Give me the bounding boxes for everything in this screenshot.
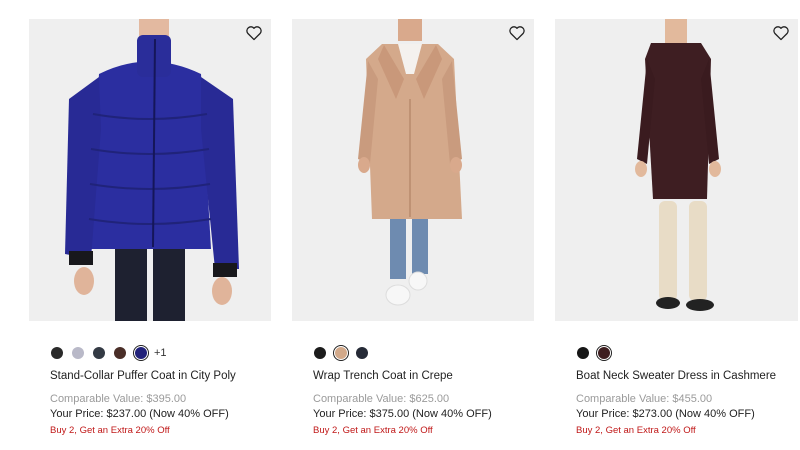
color-swatches	[292, 344, 534, 362]
color-swatch[interactable]	[114, 347, 126, 359]
product-card[interactable]: Boat Neck Sweater Dress in Cashmere Comp…	[555, 19, 798, 436]
product-name-link[interactable]: Wrap Trench Coat in Crepe	[292, 370, 534, 382]
product-name-link[interactable]: Stand-Collar Puffer Coat in City Poly	[29, 370, 271, 382]
trench-coat-image	[358, 19, 462, 306]
color-swatch[interactable]	[356, 347, 368, 359]
color-swatch[interactable]	[314, 347, 326, 359]
color-swatch[interactable]	[72, 347, 84, 359]
product-card[interactable]: Wrap Trench Coat in Crepe Comparable Val…	[292, 19, 534, 436]
promo-text: Buy 2, Get an Extra 20% Off	[50, 425, 170, 436]
puffer-coat-image	[65, 19, 239, 321]
comparable-value: Comparable Value: $625.00	[313, 393, 450, 405]
comparable-value: Comparable Value: $395.00	[50, 393, 187, 405]
wishlist-heart-icon[interactable]	[772, 25, 790, 41]
product-price: Your Price: $237.00 (Now 40% OFF)	[50, 408, 229, 420]
product-price: Your Price: $273.00 (Now 40% OFF)	[576, 408, 755, 420]
color-swatch[interactable]	[577, 347, 589, 359]
color-swatches: +1	[29, 344, 271, 362]
comparable-value: Comparable Value: $455.00	[576, 393, 713, 405]
wishlist-heart-icon[interactable]	[245, 25, 263, 41]
color-swatch[interactable]	[132, 344, 150, 362]
promo-text: Buy 2, Get an Extra 20% Off	[576, 425, 696, 436]
color-swatch[interactable]	[332, 344, 350, 362]
product-name-link[interactable]: Boat Neck Sweater Dress in Cashmere	[555, 370, 798, 382]
promo-text: Buy 2, Get an Extra 20% Off	[313, 425, 433, 436]
color-swatch[interactable]	[51, 347, 63, 359]
product-image[interactable]	[555, 19, 798, 321]
color-swatches	[555, 344, 798, 362]
color-swatch[interactable]	[595, 344, 613, 362]
product-price: Your Price: $375.00 (Now 40% OFF)	[313, 408, 492, 420]
wishlist-heart-icon[interactable]	[508, 25, 526, 41]
product-card[interactable]: +1 Stand-Collar Puffer Coat in City Poly…	[29, 19, 271, 436]
more-colors-link[interactable]: +1	[154, 347, 167, 359]
product-image[interactable]	[292, 19, 534, 321]
product-image[interactable]	[29, 19, 271, 321]
color-swatch[interactable]	[93, 347, 105, 359]
sweater-dress-image	[635, 19, 721, 311]
